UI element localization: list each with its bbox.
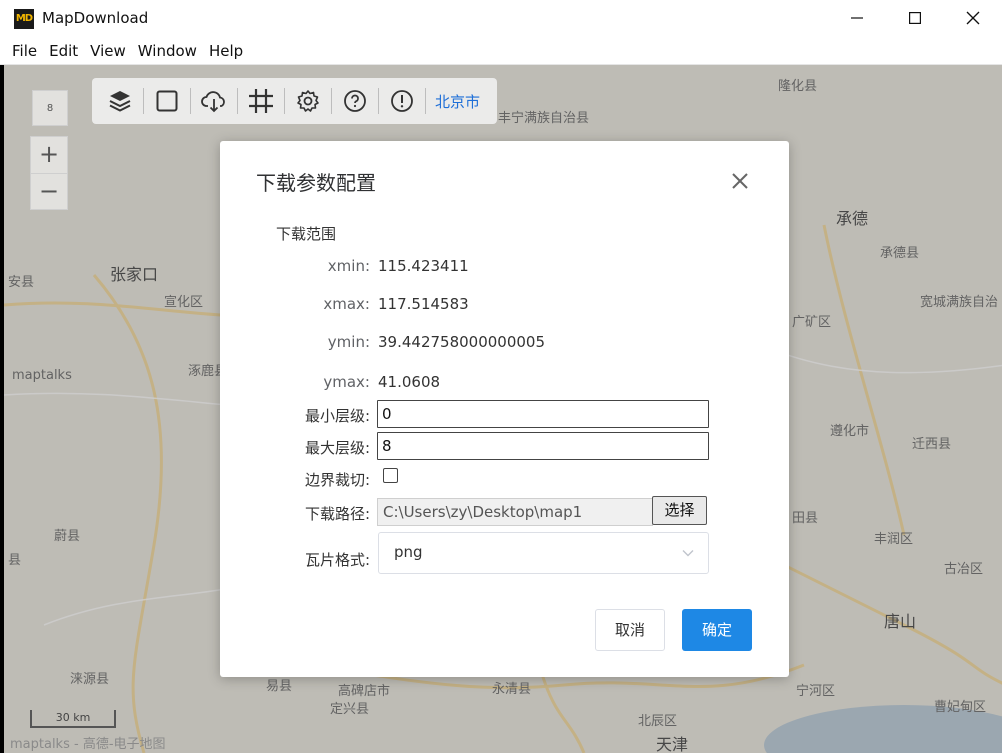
info-button[interactable] (384, 83, 420, 119)
gear-icon (297, 90, 319, 112)
ymin-label: ymin: (327, 333, 370, 351)
close-icon (732, 173, 748, 189)
xmin-label: xmin: (327, 257, 370, 275)
scale-bar: 30 km (30, 710, 116, 728)
layers-button[interactable] (102, 83, 138, 119)
xmin-value: 115.423411 (378, 257, 469, 275)
download-button[interactable] (196, 83, 232, 119)
grid-icon (249, 89, 273, 113)
toolbar-divider (143, 88, 144, 114)
maximize-icon (909, 12, 921, 24)
draw-rectangle-button[interactable] (149, 83, 185, 119)
dialog-close-button[interactable] (728, 169, 752, 193)
cancel-button[interactable]: 取消 (595, 609, 665, 651)
toolbar-divider (378, 88, 379, 114)
menu-view[interactable]: View (84, 42, 132, 60)
maximize-button[interactable] (886, 0, 944, 36)
toolbar-divider (425, 88, 426, 114)
tile-format-select[interactable]: png (378, 532, 709, 574)
chevron-down-icon (682, 550, 694, 557)
toolbar-divider (237, 88, 238, 114)
window-title: MapDownload (42, 9, 149, 27)
download-path-input[interactable]: C:\Users\zy\Desktop\map1 (377, 498, 653, 526)
confirm-button[interactable]: 确定 (682, 609, 752, 651)
close-window-button[interactable] (944, 0, 1002, 36)
choose-path-button[interactable]: 选择 (652, 496, 707, 525)
zoom-in-button[interactable]: + (31, 137, 67, 173)
menu-file[interactable]: File (6, 42, 43, 60)
min-zoom-label: 最小层级: (304, 407, 370, 425)
clip-checkbox[interactable] (383, 468, 398, 483)
tile-format-value: png (394, 543, 423, 561)
layers-icon (109, 91, 131, 112)
grid-button[interactable] (243, 83, 279, 119)
dialog-title: 下载参数配置 (256, 171, 376, 195)
extent-section-label: 下载范围 (276, 225, 337, 243)
max-zoom-label: 最大层级: (304, 439, 370, 457)
download-config-dialog: 下载参数配置 下载范围 xmin: 115.423411 xmax: 117.5… (220, 141, 789, 677)
cloud-download-icon (201, 91, 225, 113)
city-selector[interactable]: 北京市 (431, 91, 480, 112)
rectangle-icon (156, 90, 178, 112)
question-icon (344, 90, 366, 112)
map-attribution: maptalks - 高德-电子地图 (10, 737, 166, 752)
app-icon: MD (14, 9, 34, 29)
minimize-icon (851, 17, 863, 19)
max-zoom-input[interactable]: 8 (377, 432, 709, 460)
settings-button[interactable] (290, 83, 326, 119)
zoom-level-indicator: 8 (32, 90, 68, 126)
xmax-label: xmax: (323, 295, 370, 313)
menu-edit[interactable]: Edit (43, 42, 84, 60)
ymin-value: 39.442758000000005 (378, 333, 546, 351)
exclamation-icon (391, 90, 413, 112)
help-button[interactable] (337, 83, 373, 119)
toolbar-divider (331, 88, 332, 114)
toolbar-divider (190, 88, 191, 114)
ymax-label: ymax: (323, 373, 370, 391)
close-icon (966, 11, 980, 25)
menu-bar: File Edit View Window Help (0, 37, 1002, 65)
map-toolbar: 北京市 (92, 78, 497, 124)
clip-label: 边界裁切: (304, 471, 370, 489)
xmax-value: 117.514583 (378, 295, 469, 313)
format-label: 瓦片格式: (304, 551, 370, 569)
title-bar: MD MapDownload (0, 0, 1002, 36)
ymax-value: 41.0608 (378, 373, 441, 391)
toolbar-divider (284, 88, 285, 114)
min-zoom-input[interactable]: 0 (377, 400, 709, 428)
zoom-out-button[interactable]: − (31, 173, 67, 209)
minimize-button[interactable] (828, 0, 886, 36)
zoom-controls: + − (30, 136, 68, 210)
menu-window[interactable]: Window (132, 42, 203, 60)
menu-help[interactable]: Help (203, 42, 249, 60)
path-label: 下载路径: (304, 505, 370, 523)
